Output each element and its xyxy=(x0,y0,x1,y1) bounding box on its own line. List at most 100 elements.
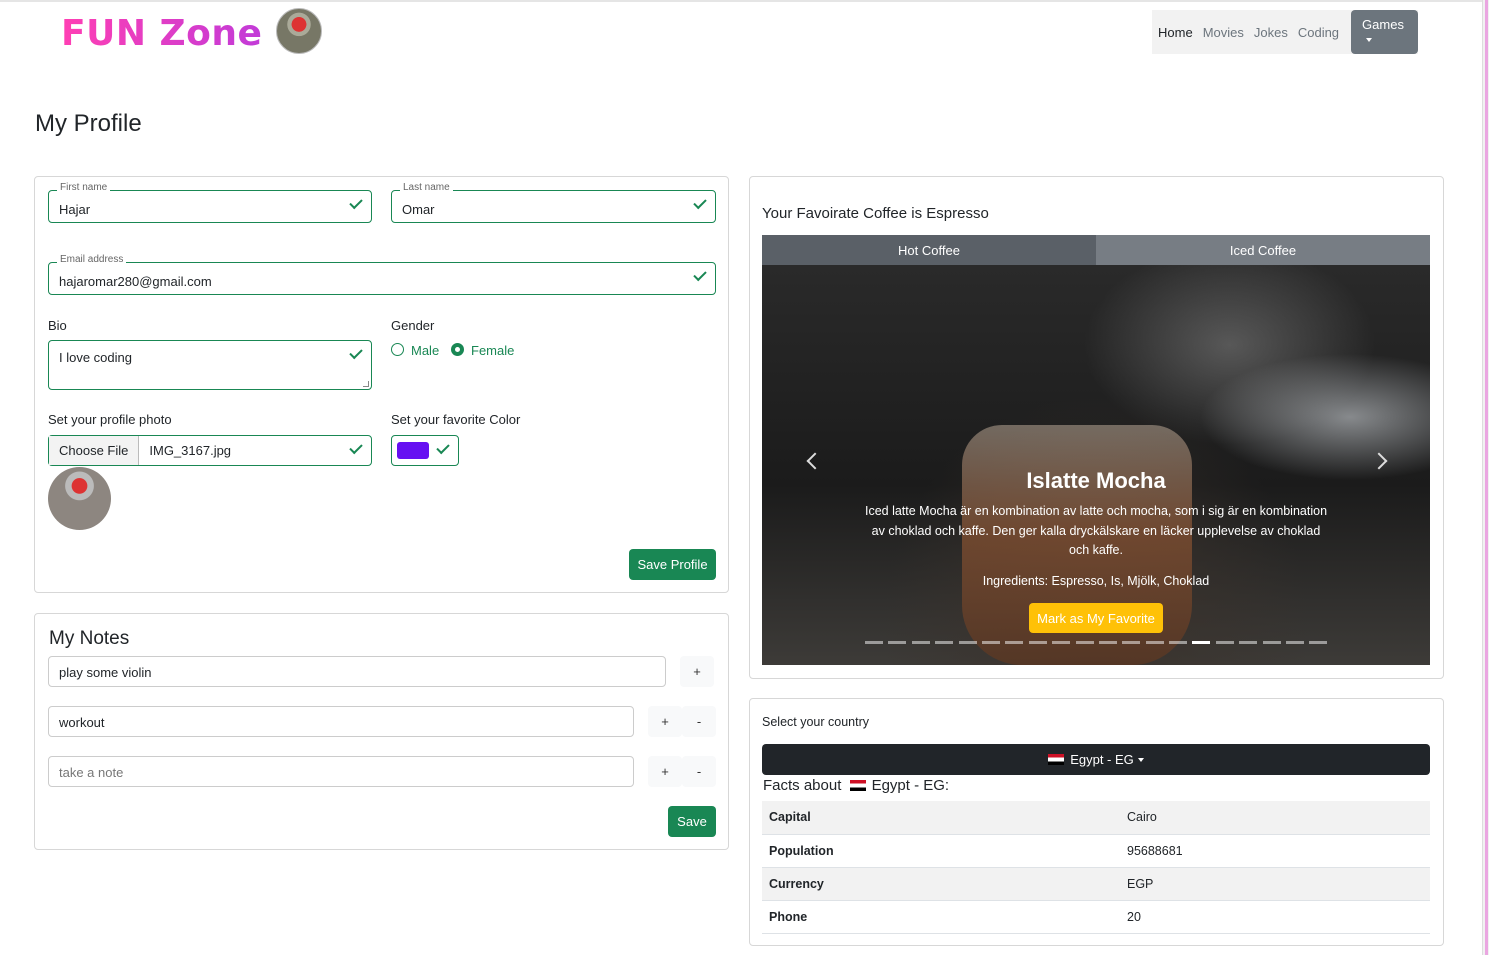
save-profile-button[interactable]: Save Profile xyxy=(629,549,716,580)
chevron-right-icon[interactable] xyxy=(1370,452,1388,470)
caret-down-icon xyxy=(1137,757,1144,762)
color-swatch xyxy=(397,442,429,459)
profile-photo-preview xyxy=(48,467,111,530)
carousel-indicator[interactable] xyxy=(865,641,883,644)
email-field[interactable]: Email address hajaromar280@gmail.com xyxy=(48,254,716,295)
remove-note-button[interactable]: - xyxy=(682,706,716,737)
profile-photo-input[interactable]: Choose File IMG_3167.jpg xyxy=(48,435,372,466)
remove-label: - xyxy=(696,764,702,779)
nav-movies[interactable]: Movies xyxy=(1203,25,1244,40)
nav-coding[interactable]: Coding xyxy=(1298,25,1339,40)
facts-country: Egypt - EG: xyxy=(871,777,950,794)
country-facts-table: Capital Cairo Population 95688681 Curren… xyxy=(762,801,1430,934)
chevron-left-icon[interactable] xyxy=(806,452,824,470)
tab-hot-coffee-label: Hot Coffee xyxy=(898,242,960,258)
last-name-field[interactable]: Last name Omar xyxy=(391,182,716,223)
carousel-indicator[interactable] xyxy=(1215,641,1234,644)
valid-check-icon xyxy=(436,440,450,455)
nav-games-dropdown[interactable]: Games xyxy=(1351,10,1418,54)
valid-check-icon xyxy=(349,345,363,360)
carousel-indicator[interactable] xyxy=(1262,641,1281,644)
save-notes-label: Save xyxy=(677,814,707,829)
carousel-indicator[interactable] xyxy=(1052,641,1071,644)
table-row: Phone 20 xyxy=(762,900,1430,934)
note-input[interactable]: workout xyxy=(48,706,634,737)
scrollbar-accent xyxy=(1485,0,1488,955)
resize-handle-icon[interactable] xyxy=(363,381,369,387)
fact-value: Cairo xyxy=(1120,801,1430,835)
valid-check-icon xyxy=(349,440,363,455)
remove-label: - xyxy=(696,714,702,729)
fact-value: 95688681 xyxy=(1120,834,1430,868)
last-name-value: Omar xyxy=(402,202,435,217)
email-value: hajaromar280@gmail.com xyxy=(59,274,212,289)
valid-check-icon xyxy=(349,195,363,210)
carousel-indicator[interactable] xyxy=(1028,641,1047,644)
carousel-indicator[interactable] xyxy=(1309,641,1328,644)
table-row: Currency EGP xyxy=(762,867,1430,901)
mark-favorite-button[interactable]: Mark as My Favorite xyxy=(1029,603,1163,633)
carousel-indicator[interactable] xyxy=(1145,641,1164,644)
carousel-indicator[interactable] xyxy=(1005,641,1024,644)
gender-female-radio[interactable] xyxy=(451,343,464,356)
nav-jokes[interactable]: Jokes xyxy=(1254,25,1288,40)
carousel-indicators xyxy=(865,641,1333,644)
file-name: IMG_3167.jpg xyxy=(149,443,232,458)
save-profile-label: Save Profile xyxy=(637,557,708,572)
tab-hot-coffee[interactable]: Hot Coffee xyxy=(762,235,1096,265)
carousel-indicator[interactable] xyxy=(1239,641,1258,644)
add-label: + xyxy=(661,714,669,729)
fact-value: 20 xyxy=(1120,900,1430,934)
new-note-input[interactable]: take a note xyxy=(48,756,634,787)
note-input[interactable]: play some violin xyxy=(48,656,666,687)
first-name-value: Hajar xyxy=(59,202,91,217)
add-note-button[interactable]: + xyxy=(648,706,682,737)
carousel-indicator[interactable] xyxy=(958,641,977,644)
add-label: + xyxy=(661,764,669,779)
email-label: Email address xyxy=(57,254,127,265)
add-note-button[interactable]: + xyxy=(648,756,682,787)
first-name-field[interactable]: First name Hajar xyxy=(48,182,372,223)
carousel-indicator[interactable] xyxy=(935,641,954,644)
carousel-indicator[interactable] xyxy=(911,641,930,644)
gender-female-label[interactable]: Female xyxy=(471,343,514,358)
choose-file-button[interactable]: Choose File xyxy=(49,436,140,465)
mark-favorite-label: Mark as My Favorite xyxy=(1037,610,1155,626)
last-name-label: Last name xyxy=(400,182,453,193)
carousel-indicator[interactable] xyxy=(1122,641,1141,644)
carousel-indicator[interactable] xyxy=(981,641,1000,644)
facts-title: Facts about Egypt - EG: xyxy=(763,777,949,794)
carousel-indicator[interactable] xyxy=(1169,641,1188,644)
coffee-title: Your Favoirate Coffee is Espresso xyxy=(762,205,989,222)
carousel-indicator[interactable] xyxy=(1286,641,1305,644)
add-label: + xyxy=(693,664,701,679)
remove-note-button[interactable]: - xyxy=(682,756,716,787)
bio-label: Bio xyxy=(48,318,67,333)
gender-male-label[interactable]: Male xyxy=(411,343,439,358)
carousel-indicator[interactable] xyxy=(1192,641,1211,644)
page-title: My Profile xyxy=(35,110,142,137)
fact-key: Currency xyxy=(762,867,1120,901)
slide-description: Iced latte Mocha är en kombination av la… xyxy=(864,504,1328,557)
bio-textarea[interactable]: I love coding xyxy=(48,340,372,390)
carousel-indicator[interactable] xyxy=(888,641,907,644)
carousel-indicator[interactable] xyxy=(1098,641,1117,644)
slide-title: Islatte Mocha xyxy=(1026,468,1166,493)
tab-iced-coffee[interactable]: Iced Coffee xyxy=(1096,235,1430,265)
brand-avatar xyxy=(276,8,323,54)
valid-check-icon xyxy=(693,267,707,282)
gender-male-radio[interactable] xyxy=(391,343,404,356)
add-note-button[interactable]: + xyxy=(680,656,714,687)
country-selected: Egypt - EG xyxy=(1070,752,1134,767)
brand[interactable]: FUN Zone xyxy=(61,8,323,54)
carousel-indicator[interactable] xyxy=(1075,641,1094,644)
country-dropdown[interactable]: Egypt - EG xyxy=(762,744,1430,775)
save-notes-button[interactable]: Save xyxy=(668,806,716,837)
nav-games-label: Games xyxy=(1362,17,1404,32)
favorite-color-picker[interactable] xyxy=(391,435,459,466)
slide-ingredients: Ingredients: Espresso, Is, Mjölk, Chokla… xyxy=(982,574,1210,588)
gender-label: Gender xyxy=(391,318,435,333)
coffee-tabs: Hot Coffee Iced Coffee xyxy=(762,235,1430,265)
fact-value: EGP xyxy=(1120,867,1430,901)
nav-home[interactable]: Home xyxy=(1158,25,1193,40)
